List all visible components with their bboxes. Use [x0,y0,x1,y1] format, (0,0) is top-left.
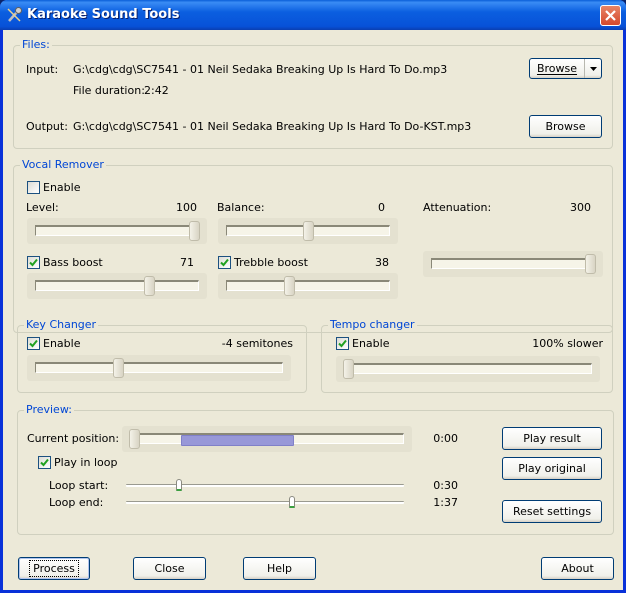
files-group-label: Files: [20,38,52,51]
close-window-button[interactable] [600,5,621,26]
checkbox-box[interactable] [38,456,51,469]
slider-thumb[interactable] [129,429,140,449]
loop-start-value: 0:30 [433,479,458,492]
treble-boost-slider[interactable] [218,273,398,299]
current-position-value: 0:00 [433,432,458,445]
loop-region-highlight [180,435,295,446]
checkmark-icon [29,339,38,348]
slider-thumb[interactable] [585,254,596,274]
tempo-changer-enable-checkbox[interactable]: Enable [336,337,389,350]
about-button[interactable]: About [541,557,614,580]
close-icon [605,10,616,21]
browse-input-button[interactable]: Browse [530,59,585,78]
slider-thumb[interactable] [343,359,354,379]
checkbox-box[interactable] [218,256,231,269]
play-original-button[interactable]: Play original [502,457,602,480]
slider-thumb[interactable] [112,358,124,378]
key-changer-group-label: Key Changer [24,318,99,331]
chevron-down-icon [589,66,597,71]
vocal-remover-group: Vocal Remover [13,158,613,333]
level-slider[interactable] [27,218,207,244]
treble-boost-value: 38 [375,256,389,269]
slider-thumb[interactable] [189,221,200,241]
checkmark-icon [220,258,229,267]
file-duration-value: 2:42 [144,84,169,97]
vocal-remover-enable-checkbox[interactable]: Enable [27,181,80,194]
balance-value: 0 [378,201,385,214]
close-button[interactable]: Close [133,557,206,580]
slider-thumb[interactable] [283,276,295,296]
bass-boost-slider[interactable] [27,273,207,299]
checkmark-icon [40,458,49,467]
bass-boost-value: 71 [180,256,194,269]
checkmark-icon [29,258,38,267]
input-label: Input: [26,63,59,76]
checkbox-box[interactable] [27,256,40,269]
key-changer-value: -4 semitones [221,337,293,350]
reset-settings-button[interactable]: Reset settings [502,500,602,523]
browse-input-split-button[interactable]: Browse [529,58,602,79]
attenuation-label: Attenuation: [423,201,492,214]
balance-slider[interactable] [218,218,398,244]
loop-start-label: Loop start: [49,479,109,492]
output-path: G:\cdg\cdg\SC7541 - 01 Neil Sedaka Break… [73,120,472,133]
bass-boost-checkbox[interactable]: Bass boost [27,256,103,269]
treble-boost-checkbox[interactable]: Trebble boost [218,256,308,269]
level-label: Level: [26,201,59,214]
files-group: Files: [13,38,613,149]
key-changer-slider[interactable] [27,355,291,381]
checkbox-box[interactable] [336,337,349,350]
loop-end-label: Loop end: [49,496,104,509]
browse-output-button[interactable]: Browse [529,115,602,138]
attenuation-slider[interactable] [423,251,603,277]
slider-thumb[interactable] [289,496,296,508]
tempo-changer-value: 100% slower [532,337,603,350]
current-position-label: Current position: [27,432,120,445]
checkmark-icon [338,339,347,348]
file-duration-label: File duration: [73,84,145,97]
checkbox-box[interactable] [27,181,40,194]
tempo-changer-slider[interactable] [336,356,600,382]
process-button[interactable]: Process [18,557,90,580]
play-result-button[interactable]: Play result [502,427,602,450]
checkbox-box[interactable] [27,337,40,350]
microphone-icon [7,7,22,22]
input-path: G:\cdg\cdg\SC7541 - 01 Neil Sedaka Break… [73,63,448,76]
window-title: Karaoke Sound Tools [27,7,180,22]
attenuation-value: 300 [570,201,591,214]
vocal-remover-group-label: Vocal Remover [20,158,106,171]
slider-thumb[interactable] [144,276,156,296]
main-window: Karaoke Sound Tools Files: Input: G:\cdg… [0,0,626,593]
browse-dropdown-button[interactable] [585,59,601,78]
slider-thumb[interactable] [176,479,183,491]
key-changer-enable-checkbox[interactable]: Enable [27,337,80,350]
loop-end-slider[interactable] [126,496,404,508]
balance-label: Balance: [217,201,265,214]
loop-end-value: 1:37 [433,496,458,509]
loop-start-slider[interactable] [126,479,404,491]
preview-group-label: Preview: [24,403,74,416]
output-label: Output: [26,120,68,133]
level-value: 100 [176,201,197,214]
title-bar[interactable]: Karaoke Sound Tools [0,0,626,30]
tempo-changer-group-label: Tempo changer [328,318,417,331]
play-in-loop-checkbox[interactable]: Play in loop [38,456,117,469]
help-button[interactable]: Help [243,557,316,580]
current-position-slider[interactable] [122,426,412,452]
slider-thumb[interactable] [302,221,314,241]
